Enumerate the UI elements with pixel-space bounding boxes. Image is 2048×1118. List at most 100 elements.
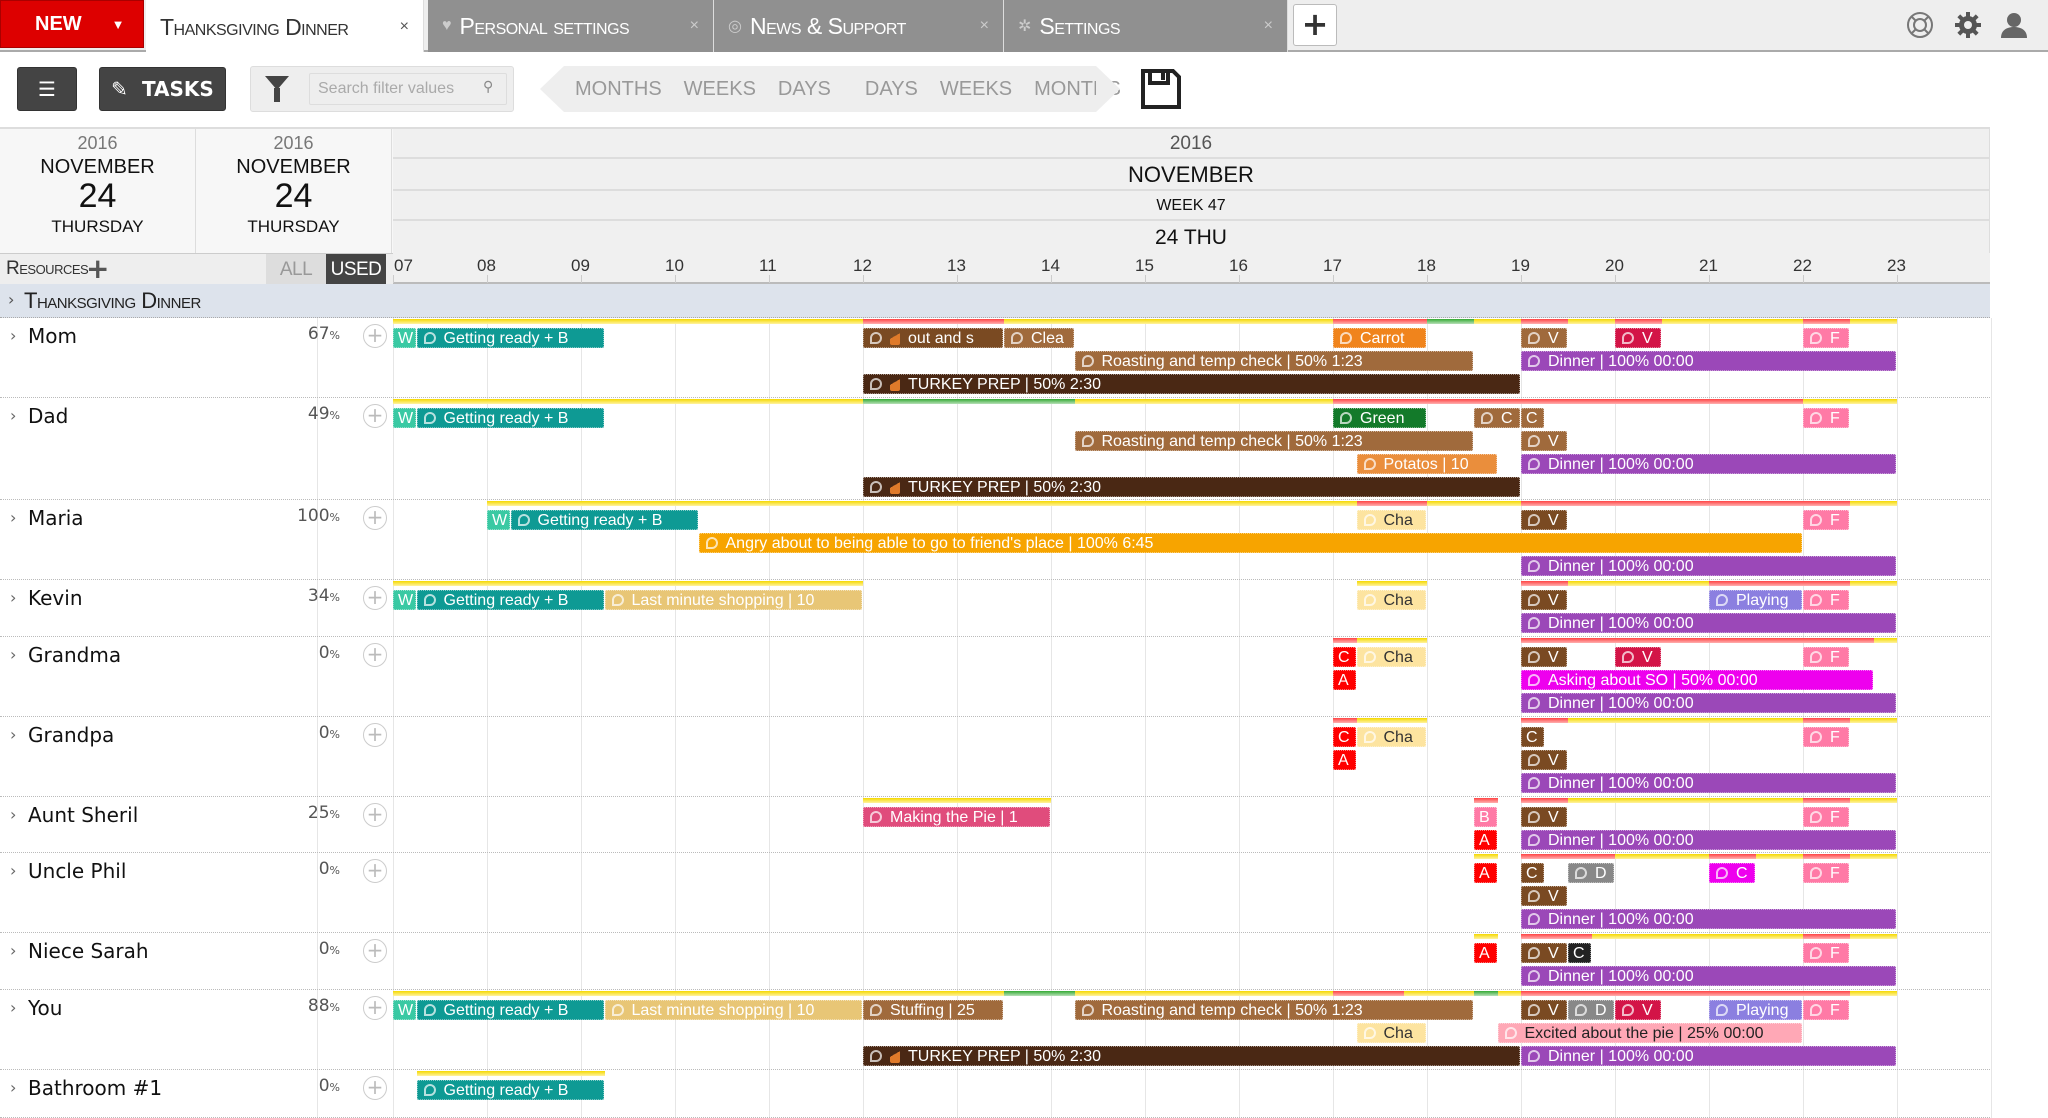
task-bar[interactable]: Roasting and temp check | 50% 1:23 <box>1074 1000 1473 1020</box>
task-bar[interactable]: D <box>1568 1000 1614 1020</box>
task-bar[interactable]: V <box>1521 750 1567 770</box>
tab-thanksgiving-dinner[interactable]: Thanksgiving Dinner × <box>146 0 424 54</box>
task-bar[interactable]: Clea <box>1004 328 1074 348</box>
task-bar[interactable]: A <box>1474 943 1497 963</box>
new-button[interactable]: NEW ▼ <box>0 0 144 48</box>
resource-name[interactable]: Grandpa <box>28 723 114 747</box>
task-bar[interactable]: Dinner | 100% 00:00 <box>1521 1046 1896 1066</box>
filter-all-button[interactable]: ALL <box>266 254 326 285</box>
task-bar[interactable]: Dinner | 100% 00:00 <box>1521 773 1896 793</box>
task-bar[interactable]: C <box>1521 863 1544 883</box>
chevron-right-icon[interactable]: › <box>10 725 16 744</box>
task-bar[interactable]: TURKEY PREP | 50% 2:30 <box>863 477 1520 497</box>
task-bar[interactable]: C <box>1521 727 1544 747</box>
chevron-right-icon[interactable]: › <box>8 290 14 309</box>
task-bar[interactable]: F <box>1803 328 1849 348</box>
task-bar[interactable]: V <box>1521 1000 1567 1020</box>
task-bar[interactable]: F <box>1803 408 1849 428</box>
resource-name[interactable]: Aunt Sheril <box>28 803 138 827</box>
resource-name[interactable]: Niece Sarah <box>28 939 149 963</box>
task-bar[interactable]: Getting ready + B <box>416 590 604 610</box>
add-task-button[interactable]: + <box>363 859 387 883</box>
tasks-button[interactable]: ✎ TASKS <box>99 67 226 111</box>
task-bar[interactable]: Asking about SO | 50% 00:00 <box>1521 670 1873 690</box>
task-bar[interactable]: F <box>1803 863 1849 883</box>
task-bar[interactable]: C <box>1568 943 1591 963</box>
resource-name[interactable]: Maria <box>28 506 84 530</box>
filter-used-button[interactable]: USED <box>326 254 386 285</box>
task-bar[interactable]: V <box>1615 647 1661 667</box>
task-bar[interactable]: Dinner | 100% 00:00 <box>1521 556 1896 576</box>
tab-news-support[interactable]: ◎ News & Support × <box>714 0 1004 52</box>
task-bar[interactable]: Roasting and temp check | 50% 1:23 <box>1074 351 1473 371</box>
close-icon[interactable]: × <box>980 17 989 35</box>
gear-icon[interactable] <box>1952 10 1984 42</box>
filter-icon[interactable] <box>265 76 289 102</box>
task-bar[interactable]: V <box>1521 328 1567 348</box>
task-bar[interactable]: W <box>393 590 416 610</box>
task-bar[interactable]: Dinner | 100% 00:00 <box>1521 909 1896 929</box>
task-bar[interactable]: F <box>1803 807 1849 827</box>
task-bar[interactable]: out and s <box>863 328 1003 348</box>
task-bar[interactable]: Getting ready + B <box>416 408 604 428</box>
add-task-button[interactable]: + <box>363 506 387 530</box>
task-bar[interactable]: A <box>1474 830 1497 850</box>
resource-name[interactable]: Grandma <box>28 643 121 667</box>
task-bar[interactable]: Last minute shopping | 10 <box>604 1000 862 1020</box>
add-task-button[interactable]: + <box>363 586 387 610</box>
task-bar[interactable]: Dinner | 100% 00:00 <box>1521 351 1896 371</box>
list-view-button[interactable]: ☰ <box>17 67 77 111</box>
chevron-right-icon[interactable]: › <box>10 588 16 607</box>
task-bar[interactable]: Green <box>1333 408 1426 428</box>
resource-name[interactable]: Bathroom #1 <box>28 1076 162 1100</box>
task-bar[interactable]: V <box>1521 510 1567 530</box>
save-icon[interactable] <box>1140 68 1182 110</box>
add-task-button[interactable]: + <box>363 404 387 428</box>
task-bar[interactable]: Dinner | 100% 00:00 <box>1521 613 1896 633</box>
task-bar[interactable]: F <box>1803 590 1849 610</box>
task-bar[interactable]: W <box>393 408 416 428</box>
task-bar[interactable]: TURKEY PREP | 50% 2:30 <box>863 1046 1520 1066</box>
start-date[interactable]: 2016 NOVEMBER 24 THURSDAY <box>0 129 196 255</box>
chevron-right-icon[interactable]: › <box>10 508 16 527</box>
task-bar[interactable]: B <box>1474 807 1497 827</box>
zoom-in-days[interactable]: DAYS <box>854 78 929 101</box>
zoom-in-weeks[interactable]: WEEKS <box>929 78 1023 101</box>
task-bar[interactable]: W <box>393 1000 416 1020</box>
chevron-right-icon[interactable]: › <box>10 645 16 664</box>
task-bar[interactable]: Getting ready + B <box>416 1080 604 1100</box>
task-bar[interactable]: Potatos | 10 <box>1356 454 1497 474</box>
task-bar[interactable]: W <box>393 328 416 348</box>
task-bar[interactable]: F <box>1803 647 1849 667</box>
add-task-button[interactable]: + <box>363 643 387 667</box>
resource-name[interactable]: Uncle Phil <box>28 859 126 883</box>
search-icon[interactable]: ⚲ <box>483 79 493 95</box>
add-task-button[interactable]: + <box>363 1076 387 1100</box>
close-icon[interactable]: × <box>1264 17 1273 35</box>
task-bar[interactable]: Roasting and temp check | 50% 1:23 <box>1074 431 1473 451</box>
add-task-button[interactable]: + <box>363 939 387 963</box>
close-icon[interactable]: × <box>400 18 409 36</box>
task-bar[interactable]: C <box>1333 647 1356 667</box>
lifebuoy-icon[interactable] <box>1904 10 1936 42</box>
task-bar[interactable]: Cha <box>1356 590 1426 610</box>
task-bar[interactable]: Getting ready + B <box>510 510 698 530</box>
add-resource-icon[interactable]: + <box>86 252 109 285</box>
task-bar[interactable]: V <box>1521 886 1567 906</box>
task-bar[interactable]: V <box>1615 328 1661 348</box>
task-bar[interactable]: F <box>1803 1000 1849 1020</box>
task-bar[interactable]: W <box>487 510 510 530</box>
close-icon[interactable]: × <box>690 17 699 35</box>
zoom-out-weeks[interactable]: WEEKS <box>673 78 767 101</box>
task-bar[interactable]: V <box>1521 647 1567 667</box>
zoom-out-months[interactable]: MONTHS <box>564 78 673 101</box>
group-row[interactable]: › Thanksgiving Dinner <box>0 284 1990 318</box>
add-task-button[interactable]: + <box>363 803 387 827</box>
task-bar[interactable]: Cha <box>1356 727 1426 747</box>
task-bar[interactable]: A <box>1333 750 1356 770</box>
task-bar[interactable]: Dinner | 100% 00:00 <box>1521 454 1896 474</box>
tab-personal-settings[interactable]: ♥ Personal settings × <box>428 0 714 52</box>
task-bar[interactable]: Angry about to being able to go to frien… <box>698 533 1802 553</box>
task-bar[interactable]: A <box>1333 670 1356 690</box>
task-bar[interactable]: Cha <box>1356 510 1426 530</box>
